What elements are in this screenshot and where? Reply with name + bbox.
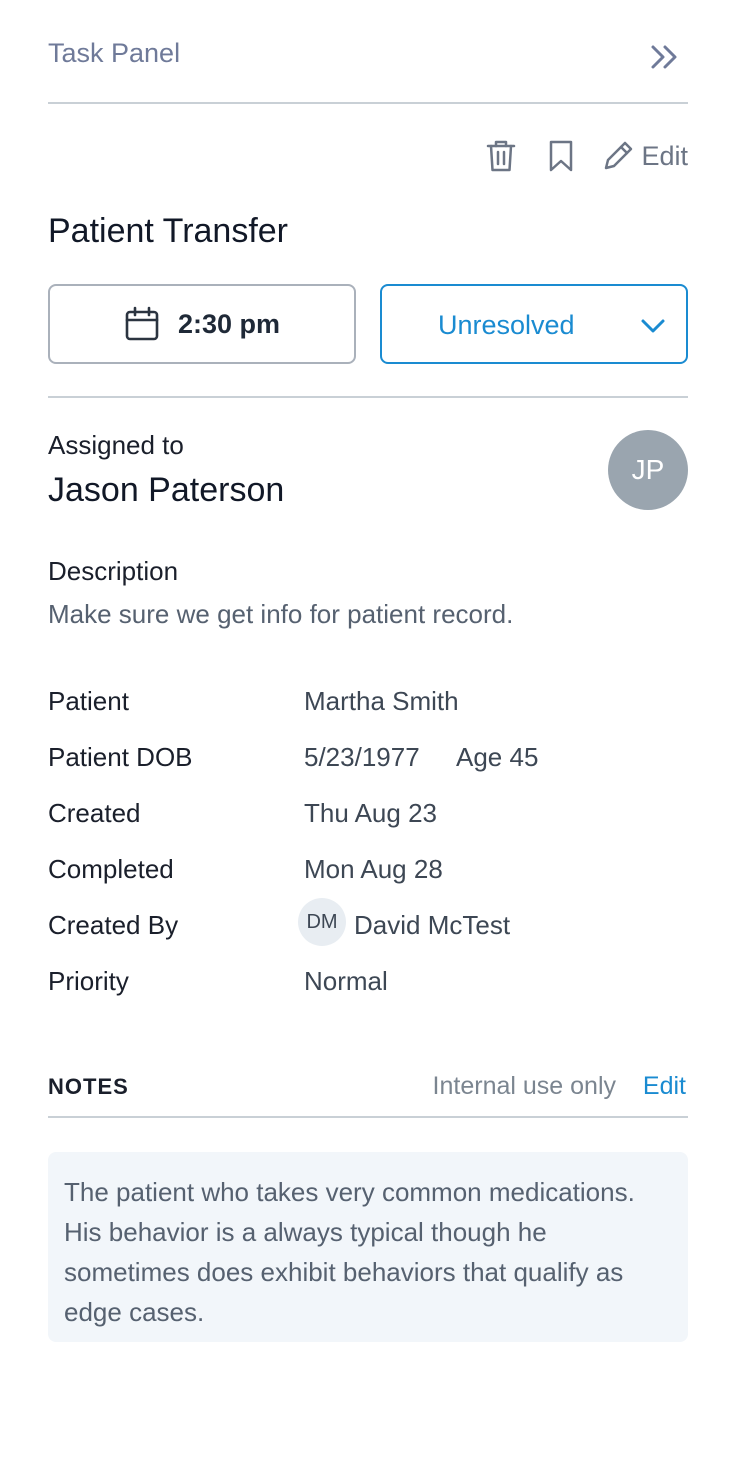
created-label: Created xyxy=(48,798,141,828)
creator-avatar: DM xyxy=(298,898,346,946)
task-toolbar: Edit xyxy=(483,134,688,178)
completed-label: Completed xyxy=(48,854,174,884)
age-value: Age 45 xyxy=(456,742,539,772)
detail-row-created-by: Created By DM David McTest xyxy=(48,898,688,950)
notes-heading: NOTES xyxy=(48,1074,129,1099)
task-title: Patient Transfer xyxy=(48,212,289,250)
edit-task-label: Edit xyxy=(641,140,688,171)
created-by-value: David McTest xyxy=(354,910,511,940)
section-divider xyxy=(48,396,688,398)
status-value: Unresolved xyxy=(438,310,575,340)
priority-label: Priority xyxy=(48,966,129,996)
notes-edit-link[interactable]: Edit xyxy=(643,1072,686,1101)
description-label: Description xyxy=(48,556,179,586)
detail-row-dob: Patient DOB 5/23/1977 Age 45 xyxy=(48,742,688,782)
dob-value: 5/23/1977 xyxy=(304,742,420,772)
completed-value: Mon Aug 28 xyxy=(304,854,443,884)
detail-row-completed: Completed Mon Aug 28 xyxy=(48,854,688,894)
bookmark-icon[interactable] xyxy=(543,136,579,176)
notes-divider xyxy=(48,1116,688,1118)
detail-row-patient: Patient Martha Smith xyxy=(48,686,688,726)
panel-header: Task Panel xyxy=(48,0,688,104)
panel-title: Task Panel xyxy=(48,38,181,68)
edit-task-button[interactable]: Edit xyxy=(601,139,688,173)
patient-label: Patient xyxy=(48,686,129,716)
calendar-icon xyxy=(125,306,159,341)
assigned-to-label: Assigned to xyxy=(48,430,184,460)
assignee-name[interactable]: Jason Paterson xyxy=(48,471,284,510)
created-value: Thu Aug 23 xyxy=(304,798,437,828)
pencil-icon xyxy=(605,141,633,170)
delete-trash-icon[interactable] xyxy=(483,136,519,176)
notes-visibility-hint: Internal use only xyxy=(432,1072,616,1100)
priority-value: Normal xyxy=(304,966,388,996)
status-dropdown[interactable]: Unresolved xyxy=(380,284,688,364)
detail-row-created: Created Thu Aug 23 xyxy=(48,798,688,838)
patient-value: Martha Smith xyxy=(304,686,459,716)
description-text: Make sure we get info for patient record… xyxy=(48,599,514,629)
due-time-button[interactable]: 2:30 pm xyxy=(48,284,356,364)
collapse-panel-icon[interactable] xyxy=(648,40,682,74)
dob-label: Patient DOB xyxy=(48,742,193,772)
detail-row-priority: Priority Normal xyxy=(48,966,688,1006)
chevron-down-icon xyxy=(640,313,666,344)
notes-text: The patient who takes very common medica… xyxy=(48,1152,688,1342)
due-time-label: 2:30 pm xyxy=(177,308,281,339)
created-by-label: Created By xyxy=(48,910,179,940)
assignee-avatar[interactable]: JP xyxy=(608,430,688,510)
task-panel: Task Panel Edit Patient Transfer 2:30 pm… xyxy=(48,0,688,1342)
